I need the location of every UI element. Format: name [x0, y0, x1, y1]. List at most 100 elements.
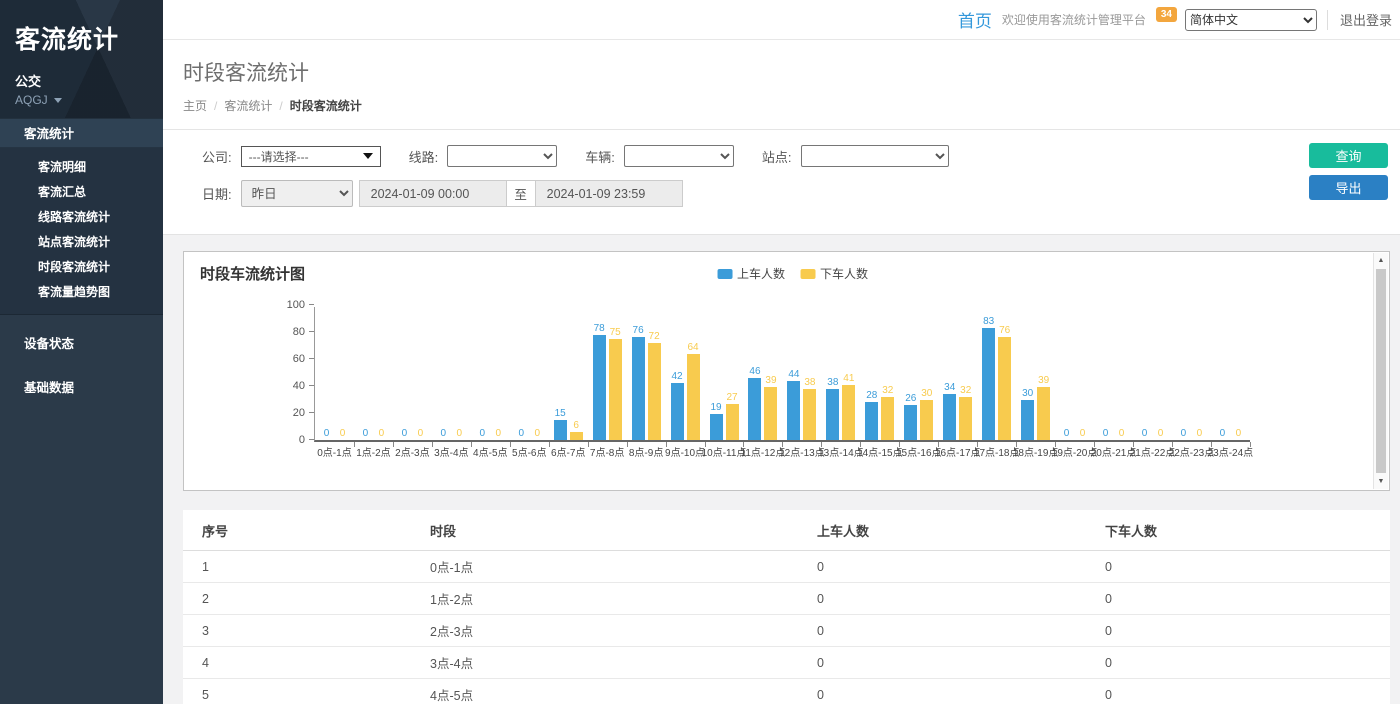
- table-cell: 0: [798, 647, 1086, 679]
- x-axis-label: 6点-7点: [551, 444, 585, 459]
- chart-category: 0019点-20点: [1055, 307, 1094, 440]
- legend-item[interactable]: 上车人数: [717, 265, 785, 282]
- bar-alighting: 0: [1232, 307, 1245, 440]
- y-axis-tick: [309, 304, 314, 305]
- chart-category: 0020点-21点: [1094, 307, 1133, 440]
- table-cell: 0: [1086, 647, 1390, 679]
- bar-alighting: 0: [492, 307, 505, 440]
- line-label: 线路:: [409, 147, 439, 166]
- chart-category: 001点-2点: [354, 307, 393, 440]
- table-body: 10点-1点0021点-2点0032点-3点0043点-4点0054点-5点00…: [183, 551, 1390, 704]
- chart-panel: 时段车流统计图 上车人数下车人数 020406080100000点-1点001点…: [183, 251, 1390, 491]
- breadcrumb-home[interactable]: 主页: [183, 99, 207, 113]
- breadcrumb-parent[interactable]: 客流统计: [224, 99, 272, 113]
- sidebar-item-passenger-summary[interactable]: 客流汇总: [0, 180, 163, 205]
- y-axis-tick: [309, 412, 314, 413]
- bar-boarding: 0: [1060, 307, 1073, 440]
- bar-rect: [803, 389, 816, 440]
- logout-button[interactable]: 退出登录: [1340, 10, 1392, 29]
- bar-value-label: 76: [633, 325, 644, 336]
- x-axis-label: 0点-1点: [317, 444, 351, 459]
- bar-rect: [998, 337, 1011, 440]
- vehicle-label: 车辆:: [585, 147, 615, 166]
- bar-value-label: 27: [726, 392, 737, 403]
- company-select-value: ---请选择---: [249, 148, 309, 165]
- bar-value-label: 30: [1022, 388, 1033, 399]
- breadcrumb: 主页/客流统计/时段客流统计: [183, 97, 1380, 114]
- vehicle-select[interactable]: [624, 145, 734, 167]
- bar-value-label: 0: [379, 428, 385, 439]
- chart-category: 283214点-15点: [860, 307, 899, 440]
- title-block: 时段客流统计 主页/客流统计/时段客流统计: [163, 40, 1400, 130]
- legend-color-chip: [717, 269, 732, 279]
- bar-boarding: 0: [476, 307, 489, 440]
- chart-category: 443812点-13点: [782, 307, 821, 440]
- chart-category: 192710点-11点: [705, 307, 744, 440]
- sidebar-item-passenger-stats[interactable]: 客流统计: [0, 118, 163, 148]
- export-button[interactable]: 导出: [1309, 175, 1388, 200]
- legend-label: 上车人数: [737, 265, 785, 282]
- chart-scrollbar[interactable]: ▲ ▼: [1373, 253, 1388, 489]
- x-axis-label: 3点-4点: [434, 444, 468, 459]
- query-button[interactable]: 查询: [1309, 143, 1388, 168]
- sidebar-item-base-data[interactable]: 基础数据: [0, 373, 163, 403]
- y-axis-tick: [309, 439, 314, 440]
- table-cell: 4点-5点: [411, 679, 798, 704]
- bar-rect: [881, 397, 894, 440]
- table-row: 32点-3点00: [183, 615, 1390, 647]
- y-axis-tick: [309, 331, 314, 332]
- y-axis-tick: [309, 385, 314, 386]
- legend-item[interactable]: 下车人数: [800, 265, 868, 282]
- chart-category: 002点-3点: [393, 307, 432, 440]
- bar-value-label: 0: [1119, 428, 1125, 439]
- chart-category: 384113点-14点: [821, 307, 860, 440]
- bar-value-label: 0: [363, 428, 369, 439]
- bar-alighting: 32: [881, 307, 894, 440]
- language-select[interactable]: 简体中文: [1185, 9, 1317, 31]
- chart-category: 0022点-23点: [1172, 307, 1211, 440]
- sidebar-item-period-stats[interactable]: 时段客流统计: [0, 255, 163, 280]
- table-cell: 0: [798, 583, 1086, 615]
- line-select[interactable]: [447, 145, 557, 167]
- table-cell: 0: [798, 615, 1086, 647]
- chart-title: 时段车流统计图: [200, 263, 305, 284]
- bar-boarding: 15: [554, 307, 567, 440]
- bar-rect: [748, 378, 761, 440]
- table-cell: 0: [1086, 551, 1390, 583]
- scroll-down-icon[interactable]: ▼: [1374, 474, 1388, 489]
- y-axis-label: 20: [271, 407, 305, 419]
- sidebar-item-station-stats[interactable]: 站点客流统计: [0, 230, 163, 255]
- bar-boarding: 38: [826, 307, 839, 440]
- date-range-select[interactable]: 昨日: [241, 180, 353, 207]
- sidebar-item-passenger-detail[interactable]: 客流明细: [0, 155, 163, 180]
- chevron-down-icon: [54, 98, 62, 103]
- date-end-input[interactable]: [535, 180, 683, 207]
- scroll-up-icon[interactable]: ▲: [1374, 253, 1388, 268]
- bar-rect: [570, 432, 583, 440]
- bar-rect: [826, 389, 839, 440]
- date-start-input[interactable]: [359, 180, 507, 207]
- chart-plot: 020406080100000点-1点001点-2点002点-3点003点-4点…: [314, 307, 1250, 442]
- sidebar-item-trend-chart[interactable]: 客流量趋势图: [0, 280, 163, 305]
- sidebar: 客流统计 公交 AQGJ 客流统计 客流明细 客流汇总 线路客流统计 站点客流统…: [0, 0, 163, 704]
- company-select[interactable]: ---请选择---: [241, 146, 381, 167]
- scrollbar-thumb[interactable]: [1376, 269, 1386, 473]
- table-cell: 2: [183, 583, 411, 615]
- page-title: 时段客流统计: [183, 57, 1380, 87]
- bar-boarding: 0: [320, 307, 333, 440]
- bar-alighting: 64: [687, 307, 700, 440]
- home-link[interactable]: 首页: [958, 7, 992, 32]
- bar-alighting: 32: [959, 307, 972, 440]
- sidebar-item-device-status[interactable]: 设备状态: [0, 329, 163, 359]
- bar-value-label: 19: [710, 402, 721, 413]
- org-code-dropdown[interactable]: AQGJ: [15, 93, 149, 107]
- bar-value-label: 0: [480, 428, 486, 439]
- sidebar-item-line-stats[interactable]: 线路客流统计: [0, 205, 163, 230]
- bar-rect: [842, 385, 855, 440]
- y-axis-label: 40: [271, 380, 305, 392]
- bar-value-label: 30: [921, 388, 932, 399]
- station-select[interactable]: [801, 145, 949, 167]
- bar-value-label: 28: [866, 390, 877, 401]
- col-header-period: 时段: [411, 510, 798, 551]
- date-to-label: 至: [507, 180, 535, 207]
